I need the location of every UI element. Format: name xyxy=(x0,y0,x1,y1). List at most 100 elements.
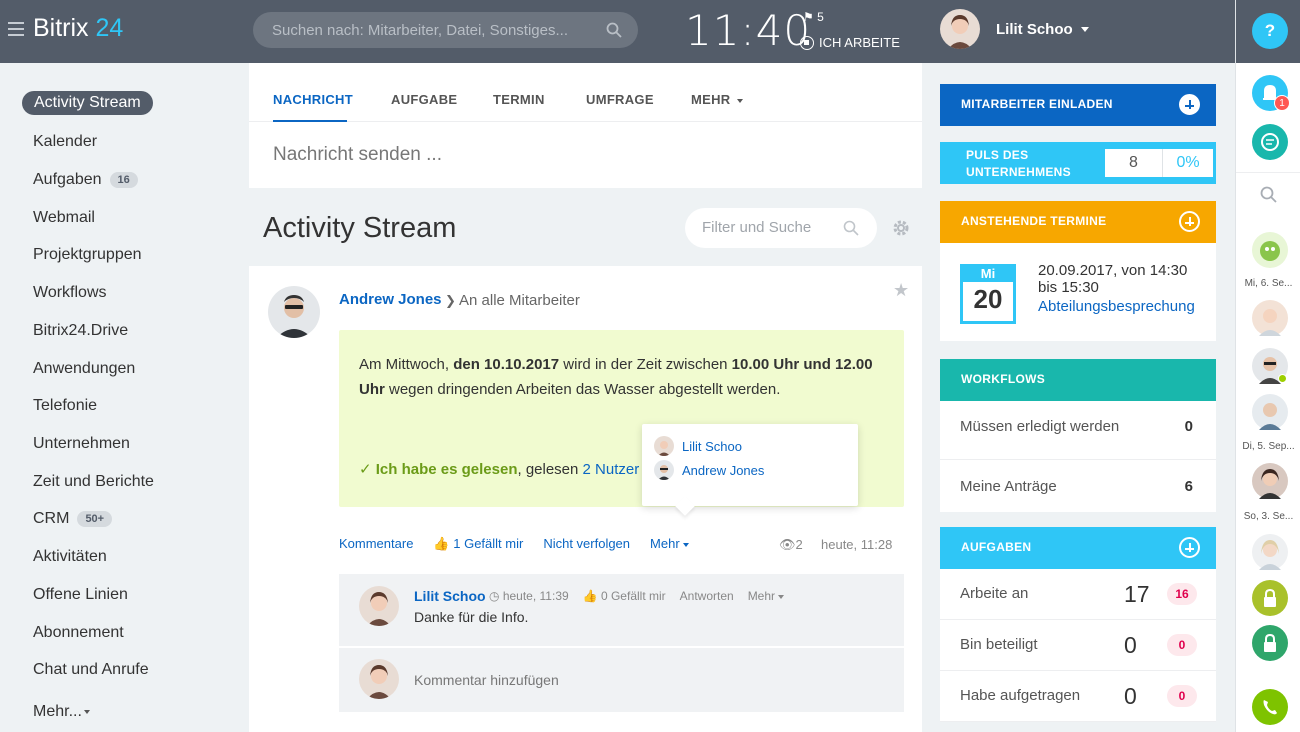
flag-count: 5 xyxy=(817,10,824,24)
date-label: Di, 5. Sep... xyxy=(1242,441,1295,452)
sidebar-item-projektgruppen[interactable]: Projektgruppen xyxy=(33,246,142,264)
sidebar-item-abonnement[interactable]: Abonnement xyxy=(33,624,124,642)
tab-umfrage[interactable]: UMFRAGE xyxy=(586,92,654,107)
message-input[interactable]: Nachricht senden ... xyxy=(273,144,442,166)
locked-chat-button[interactable] xyxy=(1252,625,1288,661)
popup-user[interactable]: Andrew Jones xyxy=(654,460,764,480)
contact-avatar[interactable] xyxy=(1252,394,1288,430)
sidebar-item-label: Mehr... xyxy=(33,703,82,720)
chat-button[interactable] xyxy=(1252,124,1288,160)
workflow-row[interactable]: Meine Anträge 6 xyxy=(940,460,1216,512)
comment-like-button[interactable]: 👍 0 Gefällt mir xyxy=(583,589,666,603)
popup-user-name: Lilit Schoo xyxy=(682,438,742,454)
sidebar-item-workflows[interactable]: Workflows xyxy=(33,284,107,302)
tab-aufgabe[interactable]: AUFGABE xyxy=(391,92,457,107)
locked-chat-button[interactable] xyxy=(1252,580,1288,616)
gear-icon[interactable] xyxy=(892,219,910,237)
workflow-row[interactable]: Müssen erledigt werden 0 xyxy=(940,401,1216,460)
task-row[interactable]: Bin beteiligt 0 0 xyxy=(940,620,1216,671)
more-menu[interactable]: Mehr xyxy=(650,536,690,552)
clock-icon: ◷ xyxy=(489,589,500,603)
read-users-link[interactable]: 2 Nutzer xyxy=(583,461,640,478)
workflows-header[interactable]: WORKFLOWS xyxy=(940,359,1216,401)
popup-user-name: Andrew Jones xyxy=(682,462,765,478)
menu-icon[interactable] xyxy=(8,22,24,36)
task-row[interactable]: Habe aufgetragen 0 0 xyxy=(940,671,1216,722)
filter-input[interactable]: Filter und Suche xyxy=(685,208,877,248)
star-icon[interactable]: ★ xyxy=(893,280,909,301)
bot-icon xyxy=(1260,241,1280,261)
sidebar-item-aktivitaeten[interactable]: Aktivitäten xyxy=(33,548,107,566)
sidebar-item-anwendungen[interactable]: Anwendungen xyxy=(33,360,135,378)
phone-button[interactable] xyxy=(1252,689,1288,725)
post-author[interactable]: Andrew Jones xyxy=(339,291,442,308)
read-confirm-button[interactable]: Ich habe es gelesen xyxy=(376,461,518,478)
comments-link[interactable]: Kommentare xyxy=(339,536,413,552)
lock-icon xyxy=(1264,588,1276,607)
tab-mehr[interactable]: MEHR xyxy=(691,92,744,107)
comment-time: ◷ heute, 11:39 xyxy=(489,589,569,603)
sidebar-item-aufgaben[interactable]: Aufgaben 16 xyxy=(33,171,138,189)
notice-text-part: wird in der Zeit zwischen xyxy=(559,356,732,373)
search-input[interactable]: Suchen nach: Mitarbeiter, Datei, Sonstig… xyxy=(253,12,638,48)
search-icon[interactable] xyxy=(1260,186,1278,204)
sidebar-item-chat-und-anrufe[interactable]: Chat und Anrufe xyxy=(33,661,149,679)
sidebar-item-offene-linien[interactable]: Offene Linien xyxy=(33,586,128,604)
event-name-link[interactable]: Abteilungsbesprechung xyxy=(1038,298,1195,315)
task-label: Bin beteiligt xyxy=(960,636,1038,653)
read-confirmation: ✓ Ich habe es gelesen, gelesen 2 Nutzer xyxy=(359,460,639,478)
comment-avatar[interactable] xyxy=(359,586,399,626)
author-avatar[interactable] xyxy=(268,286,320,338)
sidebar-item-kalender[interactable]: Kalender xyxy=(33,133,97,151)
contact-avatar[interactable] xyxy=(1252,534,1288,570)
sidebar-item-activity-stream[interactable]: Activity Stream xyxy=(22,91,153,115)
add-event-icon[interactable] xyxy=(1179,211,1200,232)
event-item[interactable]: Mi 20 20.09.2017, von 14:30 bis 15:30 Abt… xyxy=(940,243,1216,341)
sidebar-item-label: Bitrix24.Drive xyxy=(33,322,129,339)
search-icon[interactable] xyxy=(606,22,622,38)
important-notice: Am Mittwoch, den 10.10.2017 wird in der … xyxy=(339,330,904,516)
popup-user[interactable]: Lilit Schoo xyxy=(654,436,742,456)
user-menu[interactable]: Lilit Schoo xyxy=(940,9,1089,49)
tab-termin[interactable]: TERMIN xyxy=(493,92,545,107)
count-badge: 16 xyxy=(109,172,138,188)
bot-avatar[interactable] xyxy=(1252,232,1288,268)
unfollow-link[interactable]: Nicht verfolgen xyxy=(543,536,630,552)
sidebar-item-mehr[interactable]: Mehr... xyxy=(33,703,90,721)
sidebar-item-zeit-und-berichte[interactable]: Zeit und Berichte xyxy=(33,473,154,491)
add-task-icon[interactable] xyxy=(1179,537,1200,558)
sidebar-item-drive[interactable]: Bitrix24.Drive xyxy=(33,322,128,340)
like-button[interactable]: 👍 1 Gefällt mir xyxy=(433,536,523,552)
search-icon[interactable] xyxy=(843,220,859,236)
post-composer: NACHRICHT AUFGABE TERMIN UMFRAGE MEHR Na… xyxy=(249,63,922,188)
events-title: ANSTEHENDE TERMINE xyxy=(961,214,1107,228)
post-recipient[interactable]: An alle Mitarbeiter xyxy=(459,292,580,309)
notifications-button[interactable]: 1 xyxy=(1252,75,1290,111)
add-comment-box[interactable]: Kommentar hinzufügen xyxy=(339,648,904,712)
sidebar-item-crm[interactable]: CRM 50+ xyxy=(33,510,113,528)
reply-link[interactable]: Antworten xyxy=(680,589,734,603)
clock[interactable]: 11:40 xyxy=(685,6,811,55)
company-pulse[interactable]: PULS DES UNTERNEHMENS 8 0% xyxy=(940,142,1216,184)
tasks-header[interactable]: AUFGABEN xyxy=(940,527,1216,569)
sidebar-item-webmail[interactable]: Webmail xyxy=(33,209,95,227)
help-button[interactable]: ? xyxy=(1252,13,1288,49)
sidebar-item-telefonie[interactable]: Telefonie xyxy=(33,397,97,415)
invite-button[interactable]: MITARBEITER EINLADEN xyxy=(940,84,1216,126)
task-row[interactable]: Arbeite an 17 16 xyxy=(940,569,1216,620)
invite-header: MITARBEITER EINLADEN xyxy=(940,84,1216,126)
sidebar-item-unternehmen[interactable]: Unternehmen xyxy=(33,435,130,453)
logo[interactable]: Bitrix 24 xyxy=(33,14,123,43)
tab-nachricht[interactable]: NACHRICHT xyxy=(273,92,353,107)
comment-author[interactable]: Lilit Schoo xyxy=(414,588,486,604)
comment-more-menu[interactable]: Mehr xyxy=(748,589,785,603)
sidebar: Activity Stream Kalender Aufgaben 16 Webm… xyxy=(0,63,249,732)
add-icon xyxy=(1179,94,1200,115)
contact-avatar[interactable] xyxy=(1252,300,1288,336)
events-block: ANSTEHENDE TERMINE Mi 20 20.09.2017, von… xyxy=(940,201,1216,341)
contact-avatar[interactable] xyxy=(1252,348,1288,384)
flag-counter[interactable]: ⚑ 5 xyxy=(803,10,824,24)
work-status-button[interactable]: ICH ARBEITE xyxy=(800,35,900,50)
task-count: 0 xyxy=(1124,632,1137,658)
contact-avatar[interactable] xyxy=(1252,463,1288,499)
